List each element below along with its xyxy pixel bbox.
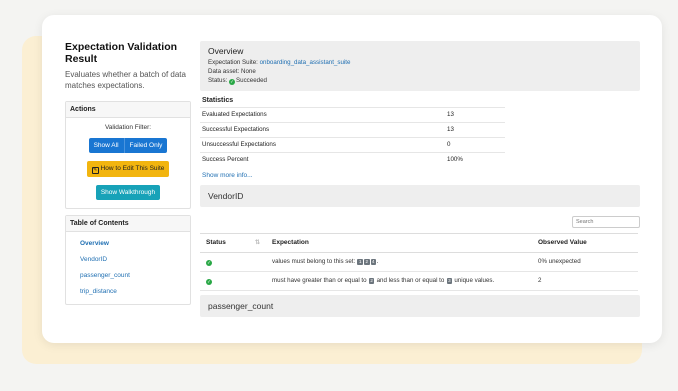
actions-heading: Actions (66, 102, 190, 118)
edit-suite-button[interactable]: ✎ How to Edit This Suite (86, 161, 170, 177)
value-badge: 2 (368, 278, 375, 284)
table-row: Evaluated Expectations 13 (200, 107, 505, 123)
data-asset-line: Data asset: None (208, 68, 256, 75)
toc-heading: Table of Contents (66, 216, 190, 232)
section-header-vendorid: VendorID (200, 185, 640, 207)
section-header-passenger-count: passenger_count (200, 295, 640, 317)
observed-value-cell: 0% unexpected (532, 252, 638, 272)
table-row: Success Percent 100% (200, 152, 505, 167)
table-row: Unsuccessful Expectations 0 (200, 137, 505, 153)
stat-value: 13 (445, 107, 505, 123)
expectation-cell: values must belong to this set: 124. (266, 252, 532, 272)
edit-suite-label: How to Edit This Suite (100, 165, 165, 172)
stat-value: 100% (445, 152, 505, 167)
suite-link[interactable]: onboarding_data_assistant_suite (260, 59, 351, 66)
check-circle-icon: ✓ (229, 79, 235, 85)
stat-label: Success Percent (200, 152, 445, 167)
toc-panel: Table of Contents Overview VendorID pass… (65, 215, 191, 305)
overview-section: Overview Expectation Suite: onboarding_d… (200, 41, 640, 91)
table-header-row: Status ⇅ Expectation Observed Value (200, 233, 638, 253)
status-column-header[interactable]: Status ⇅ (200, 233, 266, 253)
observed-value-cell: 2 (532, 271, 638, 291)
status-label: Status: (208, 77, 228, 84)
left-sidebar: Expectation Validation Result Evaluates … (65, 41, 191, 311)
value-badge: 4 (370, 259, 377, 265)
value-badge: 2 (363, 259, 370, 265)
validation-table: Status ⇅ Expectation Observed Value ✓ val… (200, 233, 638, 291)
toc-item-passenger-count[interactable]: passenger_count (80, 268, 190, 284)
suite-line: Expectation Suite: onboarding_data_assis… (208, 58, 632, 67)
observed-value-column-header[interactable]: Observed Value (532, 233, 638, 253)
expectation-column-header[interactable]: Expectation (266, 233, 532, 253)
sort-icon: ⇅ (254, 240, 260, 246)
table-row: ✓ must have greater than or equal to 2 a… (200, 271, 638, 291)
table-row: ✓ values must belong to this set: 124. 0… (200, 252, 638, 272)
stat-label: Unsuccessful Expectations (200, 137, 445, 153)
toc-item-overview[interactable]: Overview (80, 236, 190, 252)
value-badge: 1 (357, 259, 363, 265)
actions-panel: Actions Validation Filter: Show All Fail… (65, 101, 191, 209)
edit-icon: ✎ (91, 167, 99, 174)
stat-value: 13 (445, 122, 505, 138)
failed-only-button[interactable]: Failed Only (124, 138, 168, 153)
statistics-table: Evaluated Expectations 13 Successful Expe… (200, 107, 505, 167)
status-value: Succeeded (236, 77, 267, 84)
search-input[interactable] (572, 216, 640, 228)
stat-label: Successful Expectations (200, 122, 445, 138)
status-cell: ✓ (200, 252, 266, 272)
table-row: Successful Expectations 13 (200, 122, 505, 138)
page-title: Expectation Validation Result (65, 41, 178, 65)
validation-filter-label: Validation Filter: (104, 124, 152, 131)
statistics-heading: Statistics (202, 97, 234, 104)
check-circle-icon: ✓ (206, 279, 212, 285)
show-all-button[interactable]: Show All (88, 138, 125, 153)
show-walkthrough-button[interactable]: Show Walkthrough (95, 185, 161, 200)
value-badge: 3 (446, 278, 453, 284)
show-more-link[interactable]: Show more info... (202, 172, 640, 179)
status-cell: ✓ (200, 271, 266, 291)
check-circle-icon: ✓ (206, 260, 212, 266)
validation-filter-group: Show All Failed Only (88, 138, 168, 153)
report-card: Expectation Validation Result Evaluates … (42, 15, 662, 343)
stat-label: Evaluated Expectations (200, 107, 445, 123)
main-content: Overview Expectation Suite: onboarding_d… (200, 41, 640, 317)
toc-item-vendorid[interactable]: VendorID (80, 252, 190, 268)
expectation-cell: must have greater than or equal to 2 and… (266, 271, 532, 291)
overview-heading: Overview (208, 46, 244, 56)
toc-item-trip-distance[interactable]: trip_distance (80, 284, 190, 300)
page-description: Evaluates whether a batch of data matche… (65, 70, 186, 90)
suite-label: Expectation Suite: (208, 59, 258, 66)
stat-value: 0 (445, 137, 505, 153)
status-line: Status: ✓ Succeeded (208, 76, 632, 85)
